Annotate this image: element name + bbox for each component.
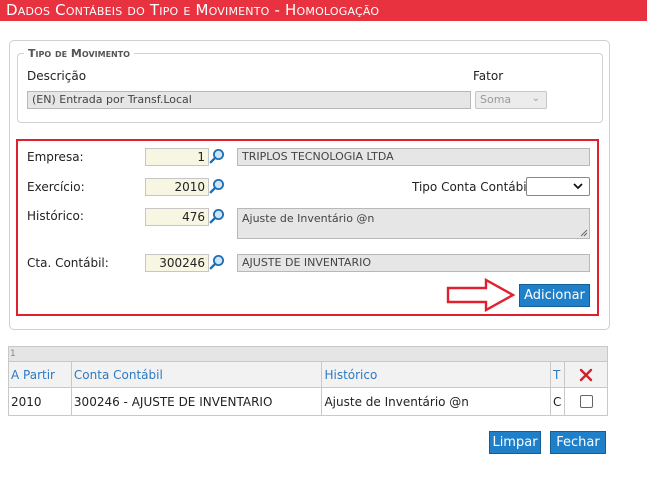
fator-select: Soma ⌄	[475, 91, 547, 109]
historico-code-input[interactable]: 476	[145, 208, 209, 226]
cta-contabil-name-field: AJUSTE DE INVENTARIO	[237, 254, 590, 272]
header-t[interactable]: T	[550, 361, 566, 388]
arrow-right-icon	[446, 278, 516, 312]
header-conta-contabil[interactable]: Conta Contábil	[70, 361, 323, 388]
limpar-button[interactable]: Limpar	[489, 431, 541, 454]
window-title: Dados Contábeis do Tipo e Movimento - Ho…	[0, 0, 647, 21]
tipo-movimento-fieldset	[17, 53, 603, 123]
empresa-label: Empresa:	[27, 150, 84, 164]
exercicio-input[interactable]: 2010	[145, 178, 209, 196]
resize-grip-icon[interactable]	[580, 229, 588, 237]
cell-historico: Ajuste de Inventário @n	[321, 387, 552, 416]
tipo-conta-select[interactable]	[526, 177, 590, 196]
table-row[interactable]: 2010 300246 - AJUSTE DE INVENTARIO Ajust…	[8, 387, 608, 416]
page-number[interactable]: 1	[8, 346, 608, 362]
cell-t: C	[550, 387, 566, 416]
fechar-button[interactable]: Fechar	[550, 431, 606, 454]
cell-conta-contabil: 300246 - AJUSTE DE INVENTARIO	[70, 387, 323, 416]
historico-text-area: Ajuste de Inventário @n	[237, 208, 590, 239]
search-icon[interactable]	[209, 148, 225, 164]
pager-row: 1	[8, 346, 608, 362]
row-checkbox[interactable]	[579, 395, 593, 408]
search-icon[interactable]	[209, 254, 225, 270]
cta-contabil-code-input[interactable]: 300246	[145, 254, 209, 272]
table-header-row: A Partir Conta Contábil Histórico T	[8, 361, 608, 388]
empresa-name-field: TRIPLOS TECNOLOGIA LTDA	[237, 148, 590, 166]
delete-x-icon[interactable]	[579, 368, 593, 382]
historico-label: Histórico:	[27, 209, 84, 223]
header-delete	[564, 361, 608, 388]
tipo-conta-label: Tipo Conta Contábil:	[412, 180, 534, 194]
cell-a-partir: 2010	[8, 387, 72, 416]
chevron-down-icon	[573, 183, 583, 190]
header-historico[interactable]: Histórico	[321, 361, 552, 388]
exercicio-label: Exercício:	[27, 180, 85, 194]
tipo-movimento-legend: Tipo de Movimento	[24, 47, 134, 60]
fator-label: Fator	[473, 69, 504, 83]
descricao-label: Descrição	[27, 69, 87, 83]
cell-select	[564, 387, 608, 416]
search-icon[interactable]	[209, 208, 225, 224]
historico-text: Ajuste de Inventário @n	[242, 212, 375, 225]
fator-select-value: Soma	[480, 93, 512, 106]
descricao-field: (EN) Entrada por Transf.Local	[27, 91, 471, 109]
empresa-code-input[interactable]: 1	[145, 148, 209, 166]
chevron-down-icon: ⌄	[531, 93, 540, 104]
cta-contabil-label: Cta. Contábil:	[27, 256, 109, 270]
search-icon[interactable]	[209, 178, 225, 194]
contas-table: 1 A Partir Conta Contábil Histórico T 20…	[8, 346, 608, 416]
header-a-partir[interactable]: A Partir	[8, 361, 72, 388]
adicionar-button[interactable]: Adicionar	[519, 284, 590, 307]
